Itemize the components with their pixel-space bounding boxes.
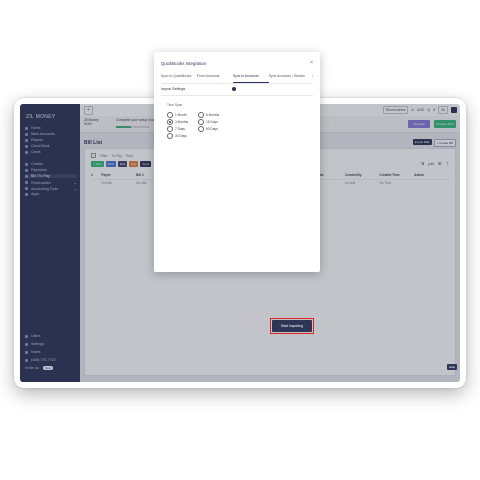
highlight-box xyxy=(270,318,314,334)
modal-tabs: Sync to QuickBooks From Accounts Sync to… xyxy=(161,74,313,84)
time-option-3-months[interactable]: 3 Months xyxy=(167,119,188,125)
time-option-15-days[interactable]: 15 Days xyxy=(198,119,218,125)
time-option-30-days[interactable]: 30 Days xyxy=(167,133,187,139)
close-icon[interactable]: × xyxy=(310,60,313,66)
help-button[interactable]: Help xyxy=(447,364,457,370)
time-option-60-days[interactable]: 60 Days xyxy=(198,126,218,132)
time-option-6-months[interactable]: 6 Months xyxy=(198,112,219,118)
time-span-label: Time Span xyxy=(167,103,183,107)
tab-sync-to-quickbooks[interactable]: Sync to QuickBooks xyxy=(161,74,197,83)
radio-icon xyxy=(198,119,204,125)
radio-icon xyxy=(167,112,173,118)
quickbooks-modal: QuickBooks Integration × Sync to QuickBo… xyxy=(154,52,320,334)
chevron-right-icon[interactable]: › xyxy=(305,74,313,83)
tab-sync-service[interactable]: Sync Accounts / Service xyxy=(269,74,305,83)
tab-sync-to-accounts[interactable]: Sync to Accounts xyxy=(232,74,269,83)
import-settings-toggle[interactable] xyxy=(232,87,236,91)
radio-icon xyxy=(198,112,204,118)
modal-title: QuickBooks Integration xyxy=(161,61,207,66)
radio-icon xyxy=(198,126,204,132)
time-option-1-month[interactable]: 1 Month xyxy=(167,112,187,118)
import-settings-heading: Import Settings xyxy=(161,87,186,91)
divider xyxy=(161,95,313,96)
tab-from-accounts[interactable]: From Accounts xyxy=(197,74,233,83)
time-option-7-days[interactable]: 7 Days xyxy=(167,126,185,132)
radio-icon xyxy=(167,133,173,139)
radio-icon xyxy=(167,126,173,132)
radio-selected-icon xyxy=(167,119,173,125)
